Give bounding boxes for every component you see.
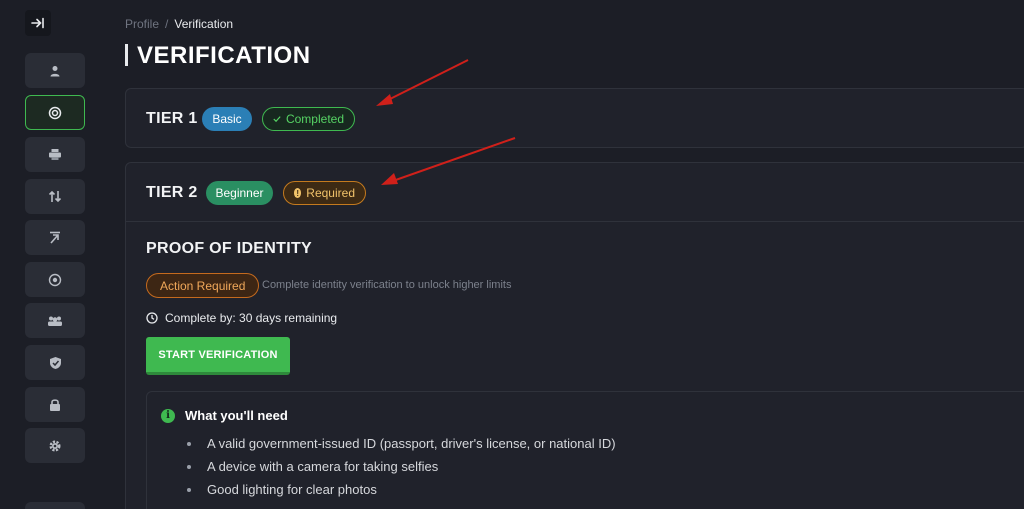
tier-2-card: TIER 2 Beginner ! Required PROOF OF IDEN… [125, 162, 1024, 509]
breadcrumb-link-profile[interactable]: Profile [125, 17, 159, 31]
tier-1-level-text: Basic [212, 112, 242, 126]
lock-icon [50, 398, 60, 411]
tier-1-label: TIER 1 [146, 110, 198, 127]
tier-2-divider [126, 221, 1024, 222]
sidebar-item-printer[interactable] [25, 137, 85, 172]
sidebar [0, 0, 108, 509]
warning-icon: ! [294, 188, 302, 198]
gear-icon [49, 439, 61, 452]
deadline: Complete by: 30 days remaining [146, 311, 337, 325]
tier-1-status-badge: Completed [262, 107, 355, 131]
sidebar-item-lock[interactable] [25, 387, 85, 422]
tier-1-level-badge: Basic [202, 107, 252, 131]
sidebar-item-security[interactable] [25, 345, 85, 380]
tier-1-status-text: Completed [285, 112, 344, 126]
deadline-text: Complete by: 30 days remaining [165, 311, 338, 325]
action-description: Complete identity verification to unlock… [262, 279, 512, 291]
tier-1-card[interactable]: TIER 1 Basic Completed [125, 88, 1024, 148]
printer-icon [49, 149, 61, 160]
requirements-header: i What you'll need [161, 408, 288, 423]
tier-2-level-text: Beginner [215, 186, 264, 200]
sidebar-item-team[interactable] [25, 303, 85, 338]
info-icon: i [161, 408, 175, 423]
sidebar-item-settings[interactable] [25, 428, 85, 463]
tier-2-status-badge: ! Required [283, 181, 366, 205]
check-icon [273, 116, 281, 123]
eye-icon [48, 273, 62, 286]
collapse-arrow-icon [31, 17, 44, 29]
requirements-title: What you'll need [185, 408, 288, 423]
proof-of-identity-title: PROOF OF IDENTITY [146, 240, 312, 257]
transfer-icon [48, 190, 62, 203]
sidebar-item-tools[interactable] [25, 220, 85, 255]
shield-check-icon [49, 356, 61, 369]
tier-2-status-text: Required [306, 186, 355, 200]
target-icon [48, 106, 62, 119]
list-item: Good lighting for clear photos [187, 478, 616, 501]
list-item: A valid government-issued ID (passport, … [187, 432, 616, 455]
start-verification-button[interactable]: START VERIFICATION [146, 337, 290, 375]
breadcrumb-separator: / [165, 17, 169, 31]
sidebar-item-partial[interactable] [25, 502, 85, 509]
sidebar-toggle-button[interactable] [25, 10, 51, 36]
breadcrumb: Profile / Verification [125, 17, 233, 31]
list-item: A device with a camera for taking selfie… [187, 455, 616, 478]
action-required-badge: Action Required [146, 273, 260, 298]
clock-icon [146, 312, 158, 324]
sidebar-item-transfer[interactable] [25, 179, 85, 214]
tier-2-level-badge: Beginner [206, 181, 273, 205]
breadcrumb-current: Verification [174, 17, 234, 31]
tier-2-label: TIER 2 [146, 184, 198, 201]
sidebar-item-profile[interactable] [25, 53, 85, 88]
sidebar-item-watch[interactable] [25, 262, 85, 297]
requirements-list: A valid government-issued ID (passport, … [187, 432, 616, 501]
group-icon [48, 316, 62, 326]
sidebar-item-verification[interactable] [25, 95, 85, 130]
title-accent-bar [125, 44, 128, 66]
requirements-box: i What you'll need A valid government-is… [146, 391, 1024, 509]
arrow-tool-icon [50, 231, 60, 244]
page-title: VERIFICATION [137, 42, 311, 69]
user-icon [50, 65, 60, 76]
